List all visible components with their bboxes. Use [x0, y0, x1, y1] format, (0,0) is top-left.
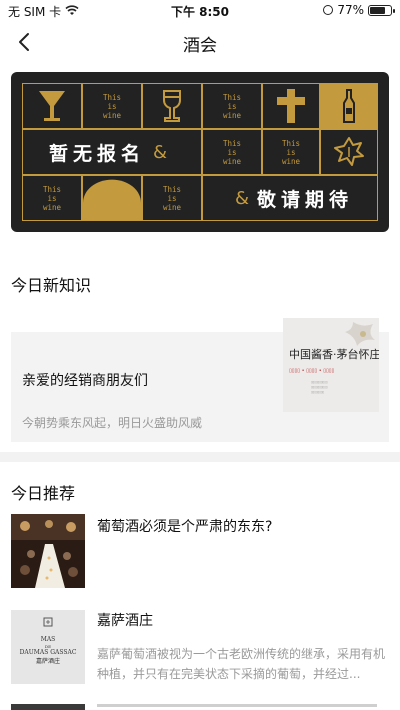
list-item-thumbnail — [11, 704, 85, 710]
winery-logo: MAS DE DAUMAS GASSAC 嘉萨酒庄 — [11, 610, 85, 684]
banner-left-label: 暂无报名 — [48, 142, 145, 165]
status-right: 77% — [323, 3, 395, 17]
knowledge-thumb-title: 中国酱香·茅台怀庄 — [289, 348, 379, 361]
knowledge-thumb-fineprint: ▯▯▯▯▯▯▯▯▯▯ ▯▯▯▯▯▯▯▯▯▯ ▯▯▯▯▯▯▯▯ — [311, 380, 328, 394]
banner-cell-text: This is wine — [202, 129, 262, 175]
list-item-description: 嘉萨葡萄酒被视为一个古老欧洲传统的继承，采用有机种植，并只有在完美状态下采摘的葡… — [97, 647, 386, 681]
banner-cell-left-text: 暂无报名 & — [22, 129, 202, 175]
banner-cell-right-text: & 敬请期待 — [202, 175, 378, 221]
banner-wine-text: This is wine — [222, 138, 242, 166]
banner-cell-wine-glass — [142, 83, 202, 129]
arch-icon — [83, 179, 141, 220]
banner-cell-bottles — [262, 83, 320, 129]
wine-bottle-stack-icon — [277, 89, 305, 123]
winery-logo-text: MAS DE DAUMAS GASSAC 嘉萨酒庄 — [11, 636, 85, 666]
knowledge-section-title: 今日新知识 — [11, 276, 92, 295]
logo-line: MAS — [40, 636, 56, 643]
page-title: 酒会 — [183, 36, 217, 56]
banner-cell-text: This is wine — [202, 83, 262, 129]
banner-ampersand: & — [234, 187, 250, 209]
banner-cell-leaf — [320, 129, 378, 175]
battery-icon — [368, 4, 395, 16]
banner-ampersand: & — [152, 141, 168, 163]
list-item-title: 嘉萨酒庄 — [97, 613, 153, 629]
banner-wine-text: This is wine — [162, 184, 182, 212]
banner-cell-text: This is wine — [262, 129, 320, 175]
list-item-title: 葡萄酒必须是个严肃的东东? — [97, 519, 273, 535]
banner-cell-bottle — [320, 83, 378, 129]
banner-cell-text: This is wine — [22, 175, 82, 221]
banner-right-label: 敬请期待 — [257, 188, 354, 211]
knowledge-thumbnail[interactable]: 中国酱香·茅台怀庄 ▯▯▯▯ • ▯▯▯▯ • ▯▯▯▯ ▯▯▯▯▯▯▯▯▯▯ ▯… — [283, 318, 379, 412]
banner-cell-glass — [22, 83, 82, 129]
banner-cell-text: This is wine — [142, 175, 202, 221]
martini-glass-icon — [39, 91, 65, 121]
battery-percent: 77% — [337, 3, 364, 17]
knowledge-headline: 亲爱的经销商朋友们 — [22, 373, 148, 389]
list-item[interactable]: MAS DE DAUMAS GASSAC 嘉萨酒庄 嘉萨酒庄 嘉萨葡萄酒被视为一… — [11, 610, 389, 686]
list-item-title-clipped — [97, 704, 377, 707]
status-bar: 无 SIM 卡 下午 8:50 77% — [0, 0, 400, 22]
logo-line: DAUMAS GASSAC — [19, 649, 77, 656]
list-item[interactable]: 葡萄酒必须是个严肃的东东? — [11, 514, 389, 588]
banner-wine-text: This is wine — [42, 184, 62, 212]
banner-cell-text: This is wine — [82, 83, 142, 129]
logo-line: 嘉萨酒庄 — [35, 658, 60, 665]
grape-leaf-icon — [334, 137, 364, 166]
banner-cell-arch — [82, 175, 142, 221]
blossom-decoration-icon — [345, 322, 375, 346]
dinner-photo — [11, 514, 85, 588]
banner-wine-text: This is wine — [222, 92, 242, 120]
orientation-lock-icon — [323, 5, 334, 15]
banner-wine-text: This is wine — [102, 92, 122, 120]
wine-glass-icon — [163, 90, 181, 122]
knowledge-thumb-tags: ▯▯▯▯ • ▯▯▯▯ • ▯▯▯▯ — [289, 368, 335, 374]
bottle-icon — [343, 89, 355, 123]
nav-bar: 酒会 — [0, 22, 400, 62]
battery-fill — [370, 6, 385, 14]
list-item[interactable] — [11, 704, 389, 710]
knowledge-subtitle: 今朝势乘东风起，明日火盛助风威 — [22, 416, 203, 430]
recommend-section-title: 今日推荐 — [11, 484, 76, 503]
banner-wine-text: This is wine — [281, 138, 301, 166]
event-banner[interactable]: This is wine This is wine 暂无报名 & This is… — [11, 72, 389, 232]
section-divider — [0, 452, 400, 462]
